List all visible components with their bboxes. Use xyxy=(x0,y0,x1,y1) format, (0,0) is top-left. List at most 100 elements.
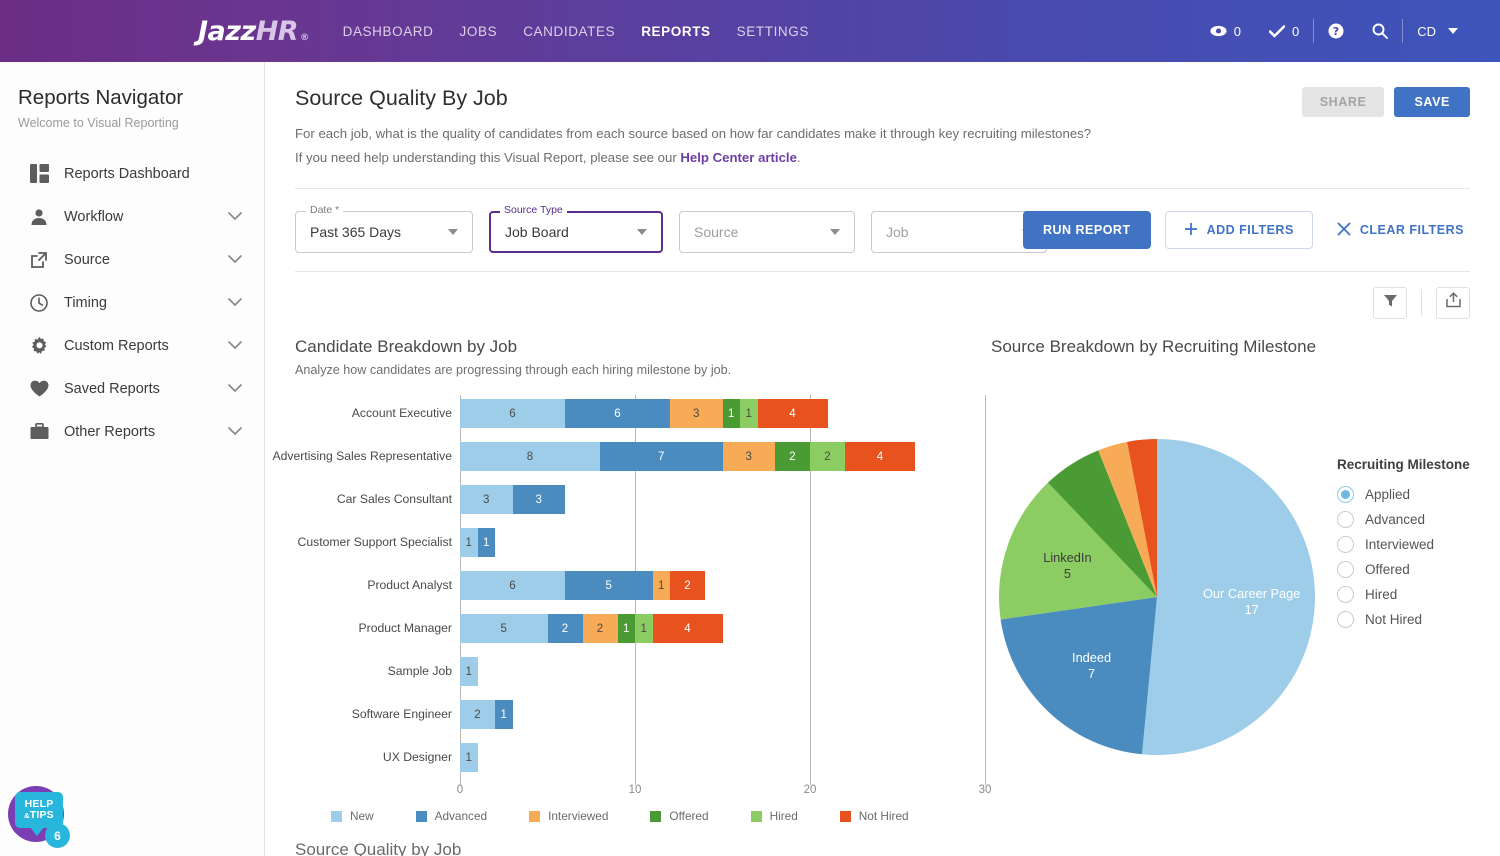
search-button[interactable] xyxy=(1358,23,1402,39)
milestone-label: Offered xyxy=(1365,562,1410,577)
bar-segment-hired[interactable]: 2 xyxy=(810,442,845,471)
jazzhr-logo[interactable]: JazzHR® xyxy=(198,16,309,47)
legend-item-interviewed[interactable]: Interviewed xyxy=(529,809,608,823)
legend-item-not-hired[interactable]: Not Hired xyxy=(840,809,909,823)
bar-segment-new[interactable]: 6 xyxy=(460,399,565,428)
bar-segment-advanced[interactable]: 5 xyxy=(565,571,653,600)
clear-filters-button[interactable]: CLEAR FILTERS xyxy=(1331,211,1470,249)
radio-button[interactable] xyxy=(1337,611,1354,628)
date-filter-label: Date * xyxy=(306,204,343,216)
watching-count-button[interactable]: 0 xyxy=(1196,24,1255,39)
pie-label-text: LinkedIn xyxy=(1043,550,1091,566)
help-and-tips-widget[interactable]: HELP &TIPS 6 xyxy=(8,786,70,848)
bar-segment-interviewed[interactable]: 3 xyxy=(670,399,723,428)
legend-item-hired[interactable]: Hired xyxy=(751,809,798,823)
chevron-down-icon[interactable] xyxy=(228,255,242,264)
sidebar-item-source[interactable]: Source xyxy=(0,238,264,281)
bar-segment-interviewed[interactable]: 3 xyxy=(723,442,776,471)
bar-segment-advanced[interactable]: 6 xyxy=(565,399,670,428)
job-filter[interactable]: Job xyxy=(871,211,1047,253)
sidebar-item-custom-reports[interactable]: Custom Reports xyxy=(0,324,264,367)
bar-segment-new[interactable]: 2 xyxy=(460,700,495,729)
bar-segment-not-hired[interactable]: 2 xyxy=(670,571,705,600)
milestone-label: Advanced xyxy=(1365,512,1425,527)
chevron-down-icon[interactable] xyxy=(228,212,242,221)
legend-item-offered[interactable]: Offered xyxy=(650,809,708,823)
bar-segment-offered[interactable]: 1 xyxy=(723,399,741,428)
nav-dashboard[interactable]: DASHBOARD xyxy=(343,24,434,39)
tasks-count-button[interactable]: 0 xyxy=(1255,24,1313,39)
milestone-option-offered[interactable]: Offered xyxy=(1337,557,1470,582)
milestone-option-interviewed[interactable]: Interviewed xyxy=(1337,532,1470,557)
radio-button[interactable] xyxy=(1337,486,1354,503)
sidebar-item-timing[interactable]: Timing xyxy=(0,281,264,324)
save-button[interactable]: SAVE xyxy=(1394,87,1470,117)
bar-segment-advanced[interactable]: 1 xyxy=(495,700,513,729)
bar-segment-interviewed[interactable]: 2 xyxy=(583,614,618,643)
nav-jobs[interactable]: JOBS xyxy=(460,24,498,39)
source-type-filter[interactable]: Source Type Job Board xyxy=(489,211,663,253)
nav-reports[interactable]: REPORTS xyxy=(641,24,710,39)
bar-segment-new[interactable]: 3 xyxy=(460,485,513,514)
radio-button[interactable] xyxy=(1337,511,1354,528)
filter-funnel-button[interactable] xyxy=(1373,287,1407,319)
bar-segment-advanced[interactable]: 2 xyxy=(548,614,583,643)
sidebar-item-saved-reports[interactable]: Saved Reports xyxy=(0,367,264,410)
bar-segment-new[interactable]: 1 xyxy=(460,528,478,557)
legend-item-advanced[interactable]: Advanced xyxy=(416,809,487,823)
radio-button[interactable] xyxy=(1337,536,1354,553)
bar-segment-advanced[interactable]: 7 xyxy=(600,442,723,471)
chevron-down-icon[interactable] xyxy=(228,427,242,436)
bar-segment-not-hired[interactable]: 4 xyxy=(758,399,828,428)
job-filter-placeholder: Job xyxy=(886,224,1022,240)
nav-settings[interactable]: SETTINGS xyxy=(737,24,809,39)
page-description-line2: If you need help understanding this Visu… xyxy=(295,147,1470,168)
run-report-button[interactable]: RUN REPORT xyxy=(1023,211,1151,249)
legend-item-new[interactable]: New xyxy=(331,809,374,823)
milestone-option-applied[interactable]: Applied xyxy=(1337,482,1470,507)
share-button[interactable]: SHARE xyxy=(1302,87,1385,117)
source-type-filter-label: Source Type xyxy=(500,204,567,216)
bar-segment-not-hired[interactable]: 4 xyxy=(845,442,915,471)
add-filters-button[interactable]: ADD FILTERS xyxy=(1165,211,1313,249)
page-description-line1: For each job, what is the quality of can… xyxy=(295,123,1470,144)
bar-segment-new[interactable]: 6 xyxy=(460,571,565,600)
pie-label-text: Indeed xyxy=(1072,650,1111,666)
bar-segment-advanced[interactable]: 1 xyxy=(478,528,496,557)
nav-candidates[interactable]: CANDIDATES xyxy=(523,24,615,39)
sidebar-item-workflow[interactable]: Workflow xyxy=(0,195,264,238)
milestone-option-hired[interactable]: Hired xyxy=(1337,582,1470,607)
milestone-option-not-hired[interactable]: Not Hired xyxy=(1337,607,1470,632)
legend-label: Not Hired xyxy=(859,809,909,823)
bar-segment-new[interactable]: 1 xyxy=(460,743,478,772)
bar-segment-offered[interactable]: 1 xyxy=(618,614,636,643)
chevron-down-icon[interactable] xyxy=(228,341,242,350)
bar-segment-advanced[interactable]: 3 xyxy=(513,485,566,514)
radio-button[interactable] xyxy=(1337,586,1354,603)
bar-segment-new[interactable]: 8 xyxy=(460,442,600,471)
bar-category-label: Product Analyst xyxy=(367,571,452,600)
milestone-option-advanced[interactable]: Advanced xyxy=(1337,507,1470,532)
bar-segment-not-hired[interactable]: 4 xyxy=(653,614,723,643)
chevron-down-icon[interactable] xyxy=(228,298,242,307)
bar-segment-interviewed[interactable]: 1 xyxy=(653,571,671,600)
bar-segment-new[interactable]: 5 xyxy=(460,614,548,643)
bar-segment-hired[interactable]: 1 xyxy=(740,399,758,428)
bar-chart-plot: 0102030Account Executive663114Advertisin… xyxy=(295,395,985,795)
help-button[interactable]: ? xyxy=(1314,23,1358,39)
help-center-link[interactable]: Help Center article xyxy=(680,150,797,165)
bar-chart-row: Software Engineer21 xyxy=(460,700,513,729)
sidebar-item-other-reports[interactable]: Other Reports xyxy=(0,410,264,453)
user-menu[interactable]: CD xyxy=(1403,24,1472,39)
date-filter[interactable]: Date * Past 365 Days xyxy=(295,211,473,253)
desc-suffix: . xyxy=(797,150,801,165)
export-share-button[interactable] xyxy=(1436,287,1470,319)
source-filter[interactable]: Source xyxy=(679,211,855,253)
bar-segment-new[interactable]: 1 xyxy=(460,657,478,686)
bar-segment-offered[interactable]: 2 xyxy=(775,442,810,471)
bar-segment-hired[interactable]: 1 xyxy=(635,614,653,643)
help-tips-badge[interactable]: 6 xyxy=(45,823,70,848)
sidebar-item-reports-dashboard[interactable]: Reports Dashboard xyxy=(0,152,264,195)
chevron-down-icon[interactable] xyxy=(228,384,242,393)
radio-button[interactable] xyxy=(1337,561,1354,578)
